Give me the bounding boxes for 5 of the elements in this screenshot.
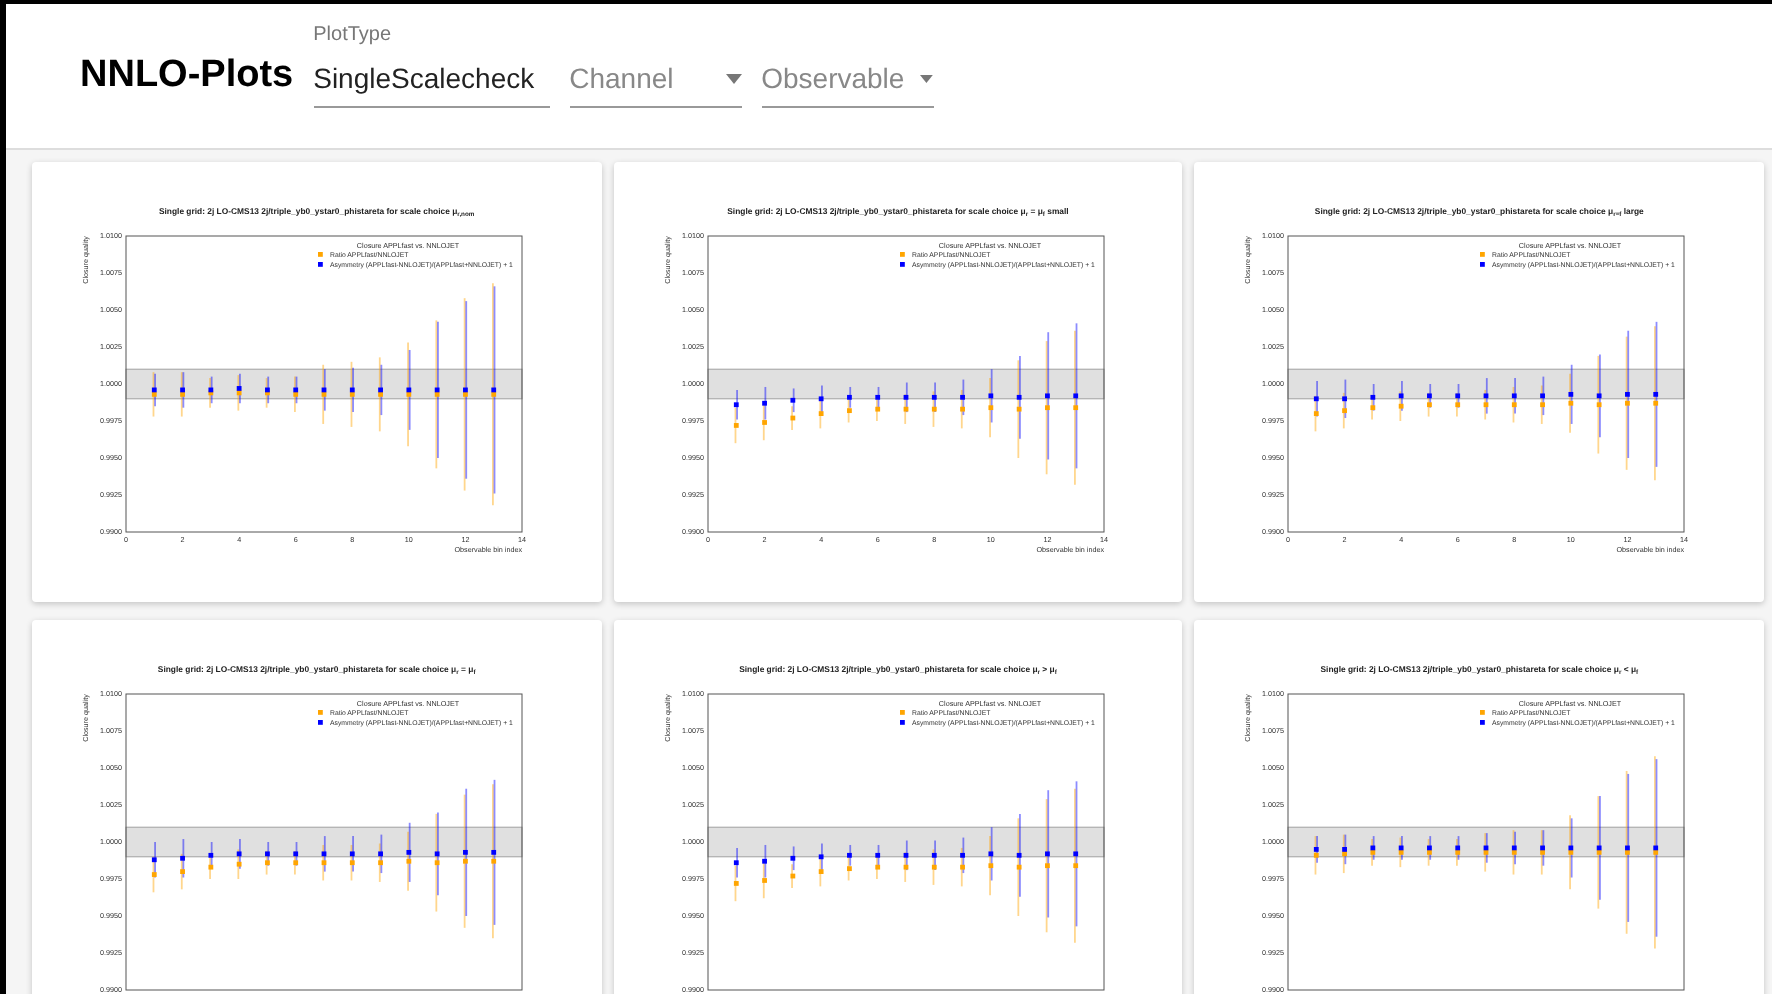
dropdown-select[interactable]: SingleScalecheck [313, 58, 550, 108]
dropdown-select[interactable]: Observable [761, 58, 934, 108]
dropdown-select[interactable]: Channel [569, 58, 742, 108]
select-label: PlotType [313, 22, 394, 50]
app-title: NNLO-Plots [80, 51, 294, 99]
